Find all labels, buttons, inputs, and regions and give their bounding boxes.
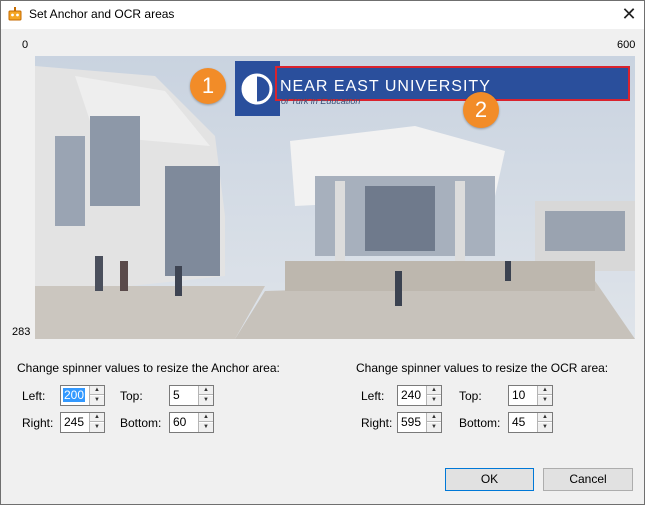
close-button[interactable]: ✕: [614, 1, 644, 29]
spin-down-icon[interactable]: ▼: [199, 423, 213, 432]
ocr-top-spinner[interactable]: 10 ▲ ▼: [508, 385, 553, 406]
spin-down-icon[interactable]: ▼: [427, 423, 441, 432]
ocr-bottom-label: Bottom:: [459, 416, 501, 430]
anchor-top-spinner[interactable]: 5 ▲ ▼: [169, 385, 214, 406]
spin-up-icon[interactable]: ▲: [90, 386, 104, 395]
banner-subtext: of Turk in Education: [281, 96, 361, 106]
spin-down-icon[interactable]: ▼: [538, 423, 552, 432]
spin-up-icon[interactable]: ▲: [199, 413, 213, 422]
marker-1: 1: [190, 68, 226, 104]
anchor-bottom-spin-buttons: ▲ ▼: [198, 413, 213, 432]
anchor-right-label: Right:: [22, 416, 54, 430]
spin-up-icon[interactable]: ▲: [538, 386, 552, 395]
x-scale-min: 0: [22, 39, 29, 51]
ocr-bottom-spin-buttons: ▲ ▼: [537, 413, 552, 432]
anchor-area[interactable]: [235, 61, 280, 116]
spin-up-icon[interactable]: ▲: [538, 413, 552, 422]
spin-up-icon[interactable]: ▲: [427, 386, 441, 395]
spin-down-icon[interactable]: ▼: [90, 396, 104, 405]
spin-up-icon[interactable]: ▲: [427, 413, 441, 422]
anchor-top-value[interactable]: 5: [173, 388, 180, 402]
anchor-bottom-value[interactable]: 60: [173, 415, 186, 429]
cancel-button[interactable]: Cancel: [543, 468, 633, 491]
title-bar: Set Anchor and OCR areas ✕: [1, 1, 644, 29]
anchor-top-spin-buttons: ▲ ▼: [198, 386, 213, 405]
robot-app-icon: [8, 7, 22, 21]
spin-down-icon[interactable]: ▼: [199, 396, 213, 405]
anchor-heading: Change spinner values to resize the Anch…: [17, 361, 280, 375]
y-scale-max: 283: [12, 326, 31, 338]
anchor-left-spinner[interactable]: 200 ▲ ▼: [60, 385, 105, 406]
ocr-bottom-value[interactable]: 45: [512, 415, 525, 429]
ocr-top-value[interactable]: 10: [512, 388, 525, 402]
ocr-left-spinner[interactable]: 240 ▲ ▼: [397, 385, 442, 406]
spin-down-icon[interactable]: ▼: [538, 396, 552, 405]
anchor-right-spin-buttons: ▲ ▼: [89, 413, 104, 432]
anchor-right-spinner[interactable]: 245 ▲ ▼: [60, 412, 105, 433]
banner-text: NEAR EAST UNIVERSITY: [280, 78, 491, 95]
ocr-heading: Change spinner values to resize the OCR …: [356, 361, 609, 375]
ocr-right-spinner[interactable]: 595 ▲ ▼: [397, 412, 442, 433]
anchor-left-spin-buttons: ▲ ▼: [89, 386, 104, 405]
ocr-left-spin-buttons: ▲ ▼: [426, 386, 441, 405]
university-logo-icon: [241, 73, 273, 105]
ocr-right-value[interactable]: 595: [401, 415, 421, 429]
dialog-window: Set Anchor and OCR areas ✕ 0 600 283 NEA…: [0, 0, 645, 505]
marker-2: 2: [463, 92, 499, 128]
x-scale-max: 600: [617, 39, 636, 51]
window-title: Set Anchor and OCR areas: [29, 7, 175, 21]
ocr-bottom-spinner[interactable]: 45 ▲ ▼: [508, 412, 553, 433]
ocr-top-label: Top:: [459, 389, 482, 403]
ocr-top-spin-buttons: ▲ ▼: [537, 386, 552, 405]
anchor-bottom-label: Bottom:: [120, 416, 162, 430]
ocr-right-spin-buttons: ▲ ▼: [426, 413, 441, 432]
preview-image[interactable]: NEAR EAST UNIVERSITY of Turk in Educatio…: [35, 56, 635, 339]
spin-down-icon[interactable]: ▼: [90, 423, 104, 432]
ocr-right-label: Right:: [361, 416, 393, 430]
anchor-left-value[interactable]: 200: [63, 388, 86, 402]
anchor-left-label: Left:: [22, 389, 46, 403]
anchor-top-label: Top:: [120, 389, 143, 403]
ok-button[interactable]: OK: [445, 468, 534, 491]
spin-up-icon[interactable]: ▲: [90, 413, 104, 422]
ocr-left-label: Left:: [361, 389, 385, 403]
anchor-right-value[interactable]: 245: [64, 415, 84, 429]
spin-down-icon[interactable]: ▼: [427, 396, 441, 405]
ocr-left-value[interactable]: 240: [401, 388, 421, 402]
anchor-bottom-spinner[interactable]: 60 ▲ ▼: [169, 412, 214, 433]
spin-up-icon[interactable]: ▲: [199, 386, 213, 395]
